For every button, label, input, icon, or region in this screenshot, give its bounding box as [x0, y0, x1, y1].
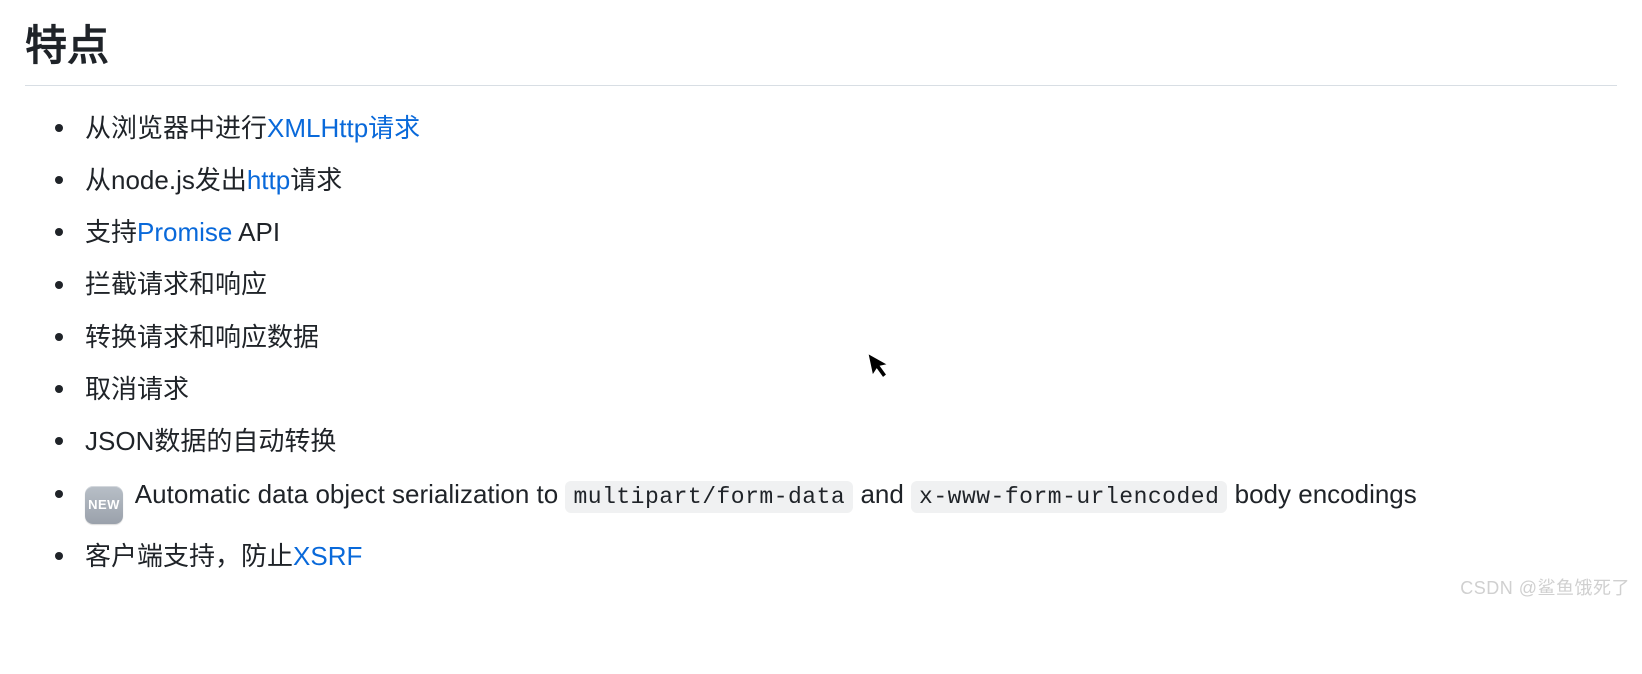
text-span: 请求 [290, 165, 342, 195]
text-span: API [232, 217, 280, 247]
feature-list: 从浏览器中进行XMLHttp请求从node.js发出http请求支持Promis… [25, 108, 1617, 576]
inline-link[interactable]: Promise [137, 217, 232, 247]
text-span: and [853, 479, 911, 509]
text-span: body encodings [1227, 479, 1416, 509]
inline-link[interactable]: XMLHttp请求 [267, 113, 420, 143]
list-item: 客户端支持，防止XSRF [55, 536, 1617, 576]
text-span: 拦截请求和响应 [85, 269, 267, 299]
list-item: 拦截请求和响应 [55, 264, 1617, 304]
text-span: 从node.js发出 [85, 165, 247, 195]
list-item: 从浏览器中进行XMLHttp请求 [55, 108, 1617, 148]
text-span: JSON数据的自动转换 [85, 426, 336, 456]
inline-link[interactable]: XSRF [293, 541, 362, 571]
text-span: 从浏览器中进行 [85, 113, 267, 143]
list-item: 转换请求和响应数据 [55, 317, 1617, 357]
list-item: 从node.js发出http请求 [55, 160, 1617, 200]
section-heading: 特点 [25, 20, 1617, 86]
new-badge-icon: NEW [85, 486, 123, 524]
text-span: 客户端支持，防止 [85, 541, 293, 571]
text-span: 取消请求 [85, 374, 189, 404]
list-item: NEW Automatic data object serialization … [55, 474, 1617, 524]
list-item: 取消请求 [55, 369, 1617, 409]
watermark-text: CSDN @鲨鱼饿死了 [1460, 574, 1630, 600]
inline-code: x-www-form-urlencoded [911, 481, 1227, 513]
inline-code: multipart/form-data [565, 481, 853, 513]
inline-link[interactable]: http [247, 165, 290, 195]
list-item: 支持Promise API [55, 212, 1617, 252]
list-item: JSON数据的自动转换 [55, 421, 1617, 461]
text-span: 转换请求和响应数据 [85, 322, 319, 352]
text-span: 支持 [85, 217, 137, 247]
new-badge-label: NEW [88, 495, 120, 515]
text-span: Automatic data object serialization to [129, 479, 565, 509]
